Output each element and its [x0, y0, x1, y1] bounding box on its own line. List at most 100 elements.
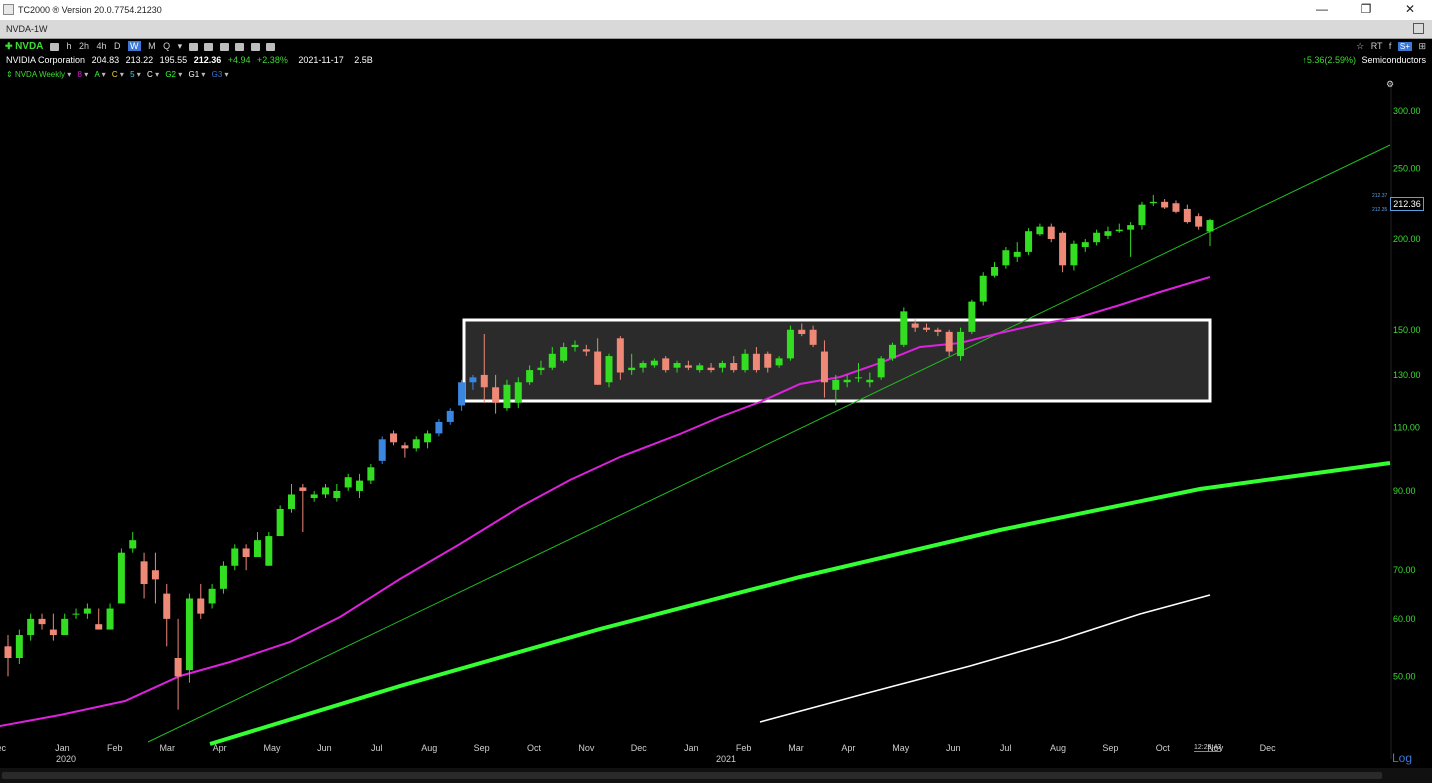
draw-icon[interactable]	[235, 42, 245, 51]
minimize-button[interactable]: —	[1300, 0, 1344, 20]
x-tick-label: Dec	[0, 743, 6, 753]
candle-body	[820, 351, 828, 383]
candle-body	[265, 536, 273, 566]
grid-icon[interactable]: ⊞	[1418, 41, 1426, 51]
layout-icon[interactable]	[204, 42, 214, 51]
indicator-3-dropdown-icon[interactable]: ▾	[120, 70, 124, 79]
candle-body	[480, 374, 488, 388]
x-tick-label: Feb	[736, 743, 752, 753]
indicator-7[interactable]: G1	[188, 70, 199, 79]
chart-settings-icon[interactable]: ⇕	[6, 70, 13, 79]
candle-body	[185, 598, 193, 671]
log-scale-toggle[interactable]: Log	[1392, 751, 1412, 765]
indicator-8[interactable]: G3	[212, 70, 223, 79]
candle-body	[991, 267, 999, 276]
chart-dropdown-icon[interactable]: ▾	[67, 70, 71, 79]
symbol-label[interactable]: NVDA	[15, 41, 43, 52]
candle-body	[639, 363, 647, 368]
candle-body	[662, 358, 670, 371]
candle-body	[219, 565, 227, 589]
price-chart[interactable]: 300.00 250.00 200.00 150.00 130.00 110.00 90.0…	[0, 39, 1432, 783]
indicator-4[interactable]: 5	[130, 70, 134, 79]
timeframe-2h[interactable]: 2h	[79, 41, 89, 51]
x-tick-label: Nov	[578, 743, 595, 753]
indicator-6-dropdown-icon[interactable]: ▾	[178, 70, 182, 79]
realtime-icon[interactable]: RT	[1371, 41, 1383, 51]
annotation-icon[interactable]	[250, 42, 260, 51]
settings-gear-icon[interactable]: ⚙	[1386, 79, 1394, 90]
chart-tab-title[interactable]: NVDA-1W	[6, 24, 48, 34]
notes-icon[interactable]	[219, 42, 229, 51]
candle-body	[934, 329, 942, 332]
y-tick-label: 60.00	[1393, 614, 1416, 624]
chart-type-icon[interactable]	[188, 42, 198, 51]
chart-area[interactable]: 300.00 250.00 200.00 150.00 130.00 110.00 90.0…	[0, 39, 1432, 783]
horizontal-scrollbar[interactable]	[0, 768, 1432, 783]
candle-body	[1172, 203, 1180, 212]
sector-name[interactable]: Semiconductors	[1361, 55, 1426, 65]
indicator-2-dropdown-icon[interactable]: ▾	[102, 70, 106, 79]
candle-body	[174, 658, 182, 677]
indicator-8-dropdown-icon[interactable]: ▾	[225, 70, 229, 79]
indicator-1-dropdown-icon[interactable]: ▾	[84, 70, 88, 79]
candle-body	[299, 487, 307, 491]
close-button[interactable]: ✕	[1388, 0, 1432, 20]
indicator-1[interactable]: 8	[78, 70, 82, 79]
candle-body	[367, 467, 375, 481]
timeframe-h[interactable]: h	[66, 41, 71, 51]
indicator-2[interactable]: A	[94, 70, 99, 79]
candle-body	[673, 363, 681, 368]
candle-body	[911, 323, 919, 328]
timeframe-dropdown-icon[interactable]: ▾	[178, 41, 183, 51]
last-value: 212.36	[193, 55, 222, 65]
candle-body	[1059, 232, 1067, 266]
trendline	[147, 144, 1391, 743]
x-tick-label: Apr	[841, 743, 855, 753]
candle-body	[1025, 231, 1033, 252]
candle-body	[106, 608, 114, 630]
maximize-button[interactable]: ❐	[1344, 0, 1388, 20]
candle-body	[49, 629, 57, 636]
restore-window-icon[interactable]	[1413, 23, 1424, 34]
candle-body	[582, 349, 590, 352]
candle-body	[1115, 229, 1123, 232]
timeframe-q[interactable]: Q	[163, 41, 170, 51]
open-value: 204.83	[91, 55, 120, 65]
indicator-5[interactable]: C	[147, 70, 153, 79]
timeframe-m[interactable]: M	[148, 41, 156, 51]
x-tick-label: Apr	[213, 743, 227, 753]
candle-body	[741, 353, 749, 371]
candle-body	[1138, 204, 1146, 226]
candle-body	[1195, 216, 1203, 227]
x-tick-label: Oct	[527, 743, 542, 753]
candle-body	[775, 358, 783, 366]
candle-body	[605, 356, 613, 383]
timeframe-d[interactable]: D	[114, 41, 121, 51]
candle-body	[287, 494, 295, 509]
candle-body	[877, 358, 885, 378]
timeframe-w[interactable]: W	[128, 41, 141, 51]
indicator-3[interactable]: C	[112, 70, 118, 79]
indicator-5-dropdown-icon[interactable]: ▾	[155, 70, 159, 79]
candle-body	[730, 363, 738, 371]
alert-icon[interactable]	[49, 42, 59, 51]
candle-body	[1149, 201, 1157, 204]
indicator-4-dropdown-icon[interactable]: ▾	[137, 70, 141, 79]
candle-body	[979, 275, 987, 302]
favorite-icon[interactable]: ☆	[1356, 41, 1364, 51]
indicator-7-dropdown-icon[interactable]: ▾	[201, 70, 205, 79]
share-icon[interactable]	[266, 42, 276, 51]
add-symbol-icon[interactable]: ✚	[5, 41, 13, 51]
timeframe-4h[interactable]: 4h	[97, 41, 107, 51]
year-label: 2020	[56, 754, 76, 764]
candle-body	[117, 552, 125, 604]
indicator-line: ⇕ NVDA Weekly ▾ 8 ▾ A ▾ C ▾ 5 ▾ C ▾ G2 ▾…	[0, 70, 229, 81]
facebook-icon[interactable]: f	[1389, 41, 1392, 51]
scrollbar-thumb[interactable]	[2, 772, 1382, 779]
google-plus-icon[interactable]: S+	[1397, 42, 1412, 51]
chart-name-label[interactable]: NVDA Weekly	[15, 70, 65, 79]
y-tick-label: 70.00	[1393, 565, 1416, 575]
candle-body	[1013, 251, 1021, 257]
candle-body	[854, 377, 862, 379]
indicator-6[interactable]: G2	[165, 70, 176, 79]
